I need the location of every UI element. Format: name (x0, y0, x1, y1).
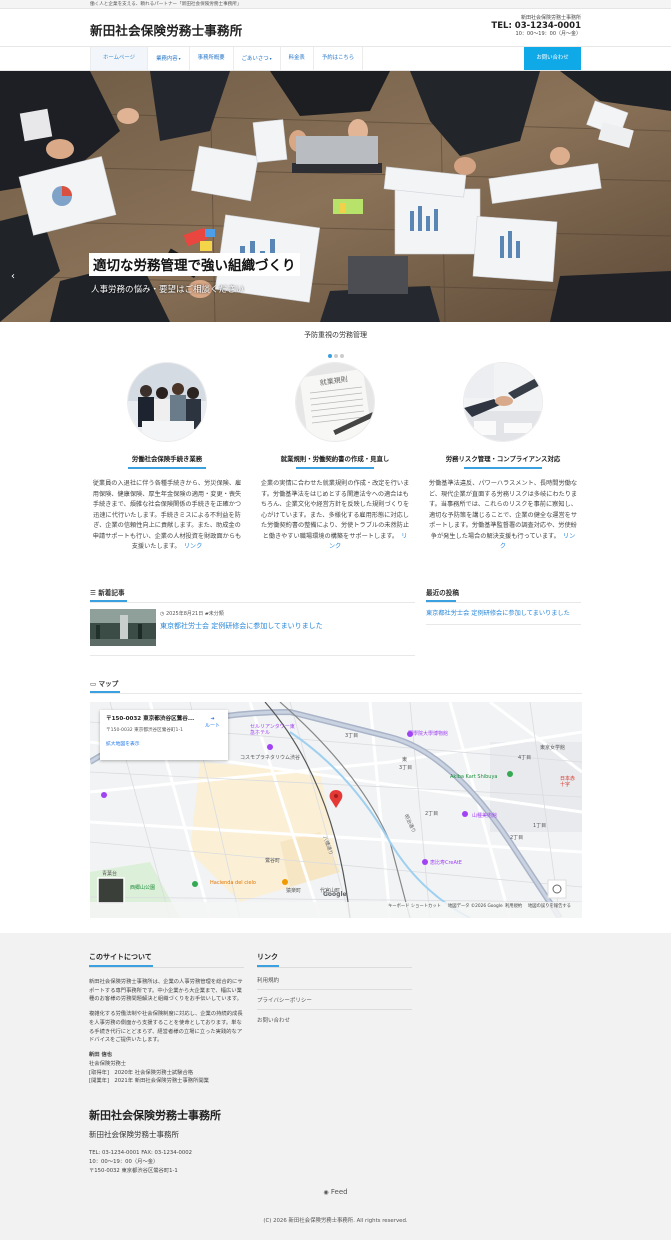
chevron-down-icon: ▾ (178, 56, 181, 61)
feature-card: 労務リスク管理・コンプライアンス対応 労働基準法違反、パワーハラスメント、長時間… (424, 362, 582, 553)
feature-underline (464, 467, 542, 469)
feature-underline (296, 467, 374, 469)
map-icon: ▭ (90, 680, 97, 688)
contact-button[interactable]: お問い合わせ (524, 47, 581, 70)
hero-title: 適切な労務管理で強い組織づくり (89, 253, 300, 276)
footer-person-line-1: [取得年] 2020年 社会保険労務士試験合格 (89, 1069, 194, 1076)
feature-title: 労務リスク管理・コンプライアンス対応 (445, 455, 561, 463)
post-title[interactable]: 東京都社労士会 定例研修会に参加してまいりました (160, 621, 323, 631)
nav-item-fees[interactable]: 料金表 (281, 47, 314, 70)
slider-dot[interactable] (339, 354, 344, 358)
feature-text: 企業の実情に合わせた就業規則の作成・改定を行います。労働基準法をはじめとする関連… (260, 480, 410, 551)
footer-person-title: 社会保険労務士 (89, 1060, 127, 1067)
footer-about-title: このサイトについて (89, 953, 152, 961)
feature-underline (128, 467, 206, 469)
site-logo[interactable]: 新田社会保険労務士事務所 (90, 20, 242, 39)
footer-links-title: リンク (257, 953, 278, 961)
feature-image: 就業規則 (295, 362, 375, 442)
map-route-button[interactable]: ➜ ルート (205, 716, 220, 729)
footer-contact-line-1: TEL: 03-1234-0001 FAX: 03-1234-0002 (89, 1150, 193, 1156)
recent-post-link[interactable]: 東京都社労士会 定例研修会に参加してまいりました (426, 609, 581, 618)
feature-link[interactable]: リンク (184, 543, 203, 550)
map-info-card: 〒150-0032 東京都渋谷区鶯谷... 〒150-0032 東京都渋谷区鶯谷… (100, 710, 228, 760)
feature-list: 労働社会保険手続き業務 従業員の入退社に伴う各種手続きから、労災保険、雇用保険、… (0, 362, 671, 582)
footer-person-line-2: [開業年] 2021年 新田社会保険労務士事務所開業 (89, 1078, 209, 1085)
top-strip: 働く人と企業を支える、頼れるパートナー「新田社会保険労務士事務所」 (0, 0, 671, 9)
feature-title: 労働社会保険手続き業務 (131, 455, 203, 463)
header-contact-info: 新田社会保険労務士事務所 TEL: 03-1234-0001 10：00〜19：… (491, 15, 581, 37)
news-heading: ☰ 新着記事 (90, 589, 125, 597)
footer-link-terms[interactable]: 利用規約 (257, 976, 412, 984)
tagline: 働く人と企業を支える、頼れるパートナー「新田社会保険労務士事務所」 (90, 2, 242, 7)
nav-item-home[interactable]: ホームページ (90, 47, 149, 70)
recent-heading: 最近の投稿 (426, 589, 459, 597)
slider-dot-active[interactable] (327, 354, 332, 358)
feature-title: 就業規則・労働契約書の作成・見直し (280, 455, 390, 463)
feature-text: 従業員の入退社に伴う各種手続きから、労災保険、雇用保険、健康保険、厚生年金保険の… (92, 480, 242, 551)
footer-subtitle: 新田社会保険労務士事務所 (89, 1130, 179, 1139)
list-icon: ☰ (90, 589, 96, 597)
hero-subtitle: 人事労務の悩み・要望はご相談ください (91, 285, 245, 295)
slider-dot[interactable] (333, 354, 338, 358)
header-hours: 10：00〜19：00（月〜金） (515, 30, 581, 37)
site-header: 新田社会保険労務士事務所 新田社会保険労務士事務所 TEL: 03-1234-0… (0, 9, 671, 46)
nav-item-services[interactable]: 業務内容▾ (148, 47, 190, 70)
footer-about-text: 新田社会保険労務士事務所は、企業の人事労務管理を総合的にサポートする専門事務所で… (89, 979, 243, 1003)
map-section: ▭ マップ 國學院大學博物館 東京女学館 Akiba Kart Shibuya … (0, 678, 671, 933)
footer-site-title: 新田社会保険労務士事務所 (89, 1109, 221, 1122)
feed-link[interactable]: ◉ Feed (0, 1188, 671, 1196)
footer-contact-line-2: 10：00〜19：00（月〜金） (89, 1159, 159, 1165)
rss-icon: ◉ (323, 1189, 329, 1196)
copyright: (C) 2026 新田社会保険労務士事務所. All rights reserv… (263, 1218, 408, 1224)
footer-link-contact[interactable]: お問い合わせ (257, 1016, 412, 1024)
post-thumbnail[interactable] (90, 609, 156, 646)
nav-item-reservation[interactable]: 予約はこちら (314, 47, 364, 70)
feature-image (463, 362, 543, 442)
footer-person-name: 新田 信也 (89, 1052, 113, 1059)
chevron-down-icon: ▾ (269, 56, 272, 61)
chevron-left-icon[interactable]: ‹ (11, 271, 15, 282)
intro-title: 予防重視の労務管理 (304, 331, 367, 339)
footer-link-privacy[interactable]: プライバシーポリシー (257, 996, 412, 1004)
footer-about-text-2: 複雑化する労働法制や社会保険制度に対応し、企業の持続的成長を人事労務の側面から支… (89, 1011, 243, 1044)
news-post[interactable]: ◷ 2025年8月21日 ▰未分類 東京都社労士会 定例研修会に参加してまいりま… (90, 609, 415, 649)
slider-dots (0, 352, 671, 358)
clock-icon: ◷ (160, 611, 165, 617)
google-logo: Google (323, 891, 347, 898)
feature-text: 労働基準法違反、パワーハラスメント、長時間労働など、現代企業が直面する労務リスク… (428, 480, 578, 551)
feature-image (127, 362, 207, 442)
post-meta: ◷ 2025年8月21日 ▰未分類 (160, 611, 224, 617)
nav-item-greeting[interactable]: ごあいさつ▾ (234, 47, 281, 70)
map-address: 〒150-0032 東京都渋谷区鶯谷町1-1 (106, 728, 184, 733)
feature-card: 労働社会保険手続き業務 従業員の入退社に伴う各種手続きから、労災保険、雇用保険、… (88, 362, 246, 553)
hero-banner: ‹ 適切な労務管理で強い組織づくり 人事労務の悩み・要望はご相談ください (0, 71, 671, 322)
footer-contact-line-3: 〒150-0032 東京都渋谷区鶯谷町1-1 (89, 1168, 178, 1174)
main-nav: ホームページ 業務内容▾ 事務所概要 ごあいさつ▾ 料金表 予約はこちら お問い… (0, 46, 671, 71)
nav-item-about[interactable]: 事務所概要 (190, 47, 234, 70)
news-section: ☰ 新着記事 ◷ 2025年8月21日 ▰未分類 東京都社労士会 定例研修会に参… (0, 582, 671, 678)
map-heading: ▭ マップ (90, 680, 119, 688)
google-map[interactable]: 國學院大學博物館 東京女学館 Akiba Kart Shibuya 山種美術館 … (90, 702, 582, 918)
feature-card: 就業規則 就業規則・労働契約書の作成・見直し 企業の実情に合わせた就業規則の作成… (256, 362, 414, 553)
site-footer: このサイトについて 新田社会保険労務士事務所は、企業の人事労務管理を総合的にサポ… (0, 933, 671, 1240)
map-enlarge-link[interactable]: 拡大地図を表示 (106, 740, 222, 747)
